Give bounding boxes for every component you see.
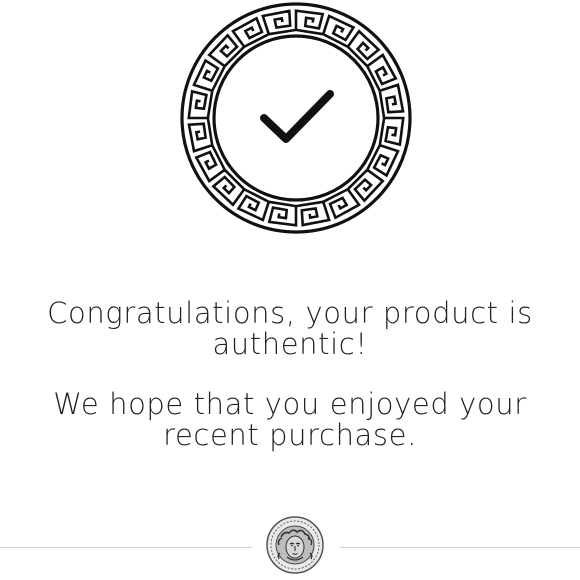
greek-key-path xyxy=(187,9,405,227)
congratulations-message: Congratulations, your product is authent… xyxy=(20,298,560,360)
seal-outer-ring xyxy=(180,2,412,234)
seal-inner-ring xyxy=(212,34,380,202)
congratulations-line-1: Congratulations, your product is xyxy=(47,296,533,330)
thank-you-message: We hope that you enjoyed your recent pur… xyxy=(20,389,560,451)
checkmark-icon xyxy=(260,90,334,143)
authenticity-confirmation-screen: Congratulations, your product is authent… xyxy=(0,0,580,580)
thank-you-line-2: recent purchase. xyxy=(163,418,417,452)
footer-divider-right xyxy=(340,547,580,548)
footer-divider-left xyxy=(0,547,252,548)
congratulations-line-2: authentic! xyxy=(212,327,368,361)
medusa-logo-icon xyxy=(266,516,324,574)
greek-key-pattern xyxy=(187,9,405,227)
greek-key-seal-check-icon xyxy=(180,2,412,234)
thank-you-line-1: We hope that you enjoyed your xyxy=(53,387,527,421)
